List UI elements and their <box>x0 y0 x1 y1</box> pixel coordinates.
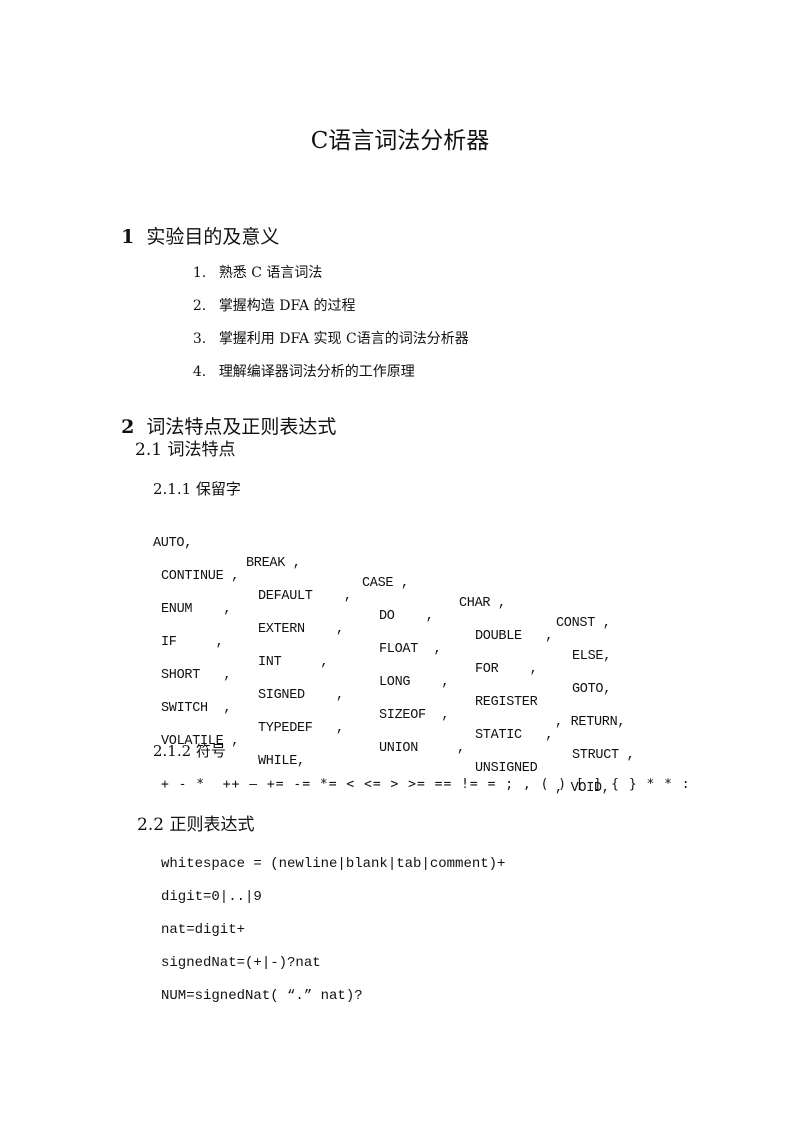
reserved-word: UNSIGNED <box>475 761 538 776</box>
symbols-line: + - * ++ — += -= *= < <= > >= == != = ; … <box>161 777 691 792</box>
objective-index: 4. <box>192 364 207 380</box>
reserved-row: AUTO, BREAK , CASE , CHAR , CONST , <box>0 514 800 631</box>
regex-line: signedNat=(+|-)?nat <box>161 955 321 971</box>
reserved-row: SHORT , SIGNED , SIZEOF , STATIC , STRUC… <box>0 646 800 763</box>
subsubsection-symbols-heading: 2.1.2 符号 <box>153 742 226 760</box>
section-1-number: 1 <box>121 226 135 248</box>
document-title: C语言词法分析器 <box>310 128 490 154</box>
subsubsection-reserved-words-heading: 2.1.1 保留字 <box>153 480 241 498</box>
reserved-row: SWITCH , TYPEDEF , UNION , UNSIGNED , VO… <box>0 679 800 796</box>
subsection-2-2-heading: 2.2 正则表达式 <box>137 815 255 835</box>
section-2-number: 2 <box>121 416 135 438</box>
regex-line: whitespace = (newline|blank|tab|comment)… <box>161 856 506 872</box>
regex-line: NUM=signedNat( “.” nat)? <box>161 988 363 1004</box>
subsection-2-1-heading: 2.1 词法特点 <box>135 440 236 460</box>
objective-text: 理解编译器词法分析的工作原理 <box>218 364 415 380</box>
reserved-word: UNION , <box>379 741 465 756</box>
reserved-row: ENUM , EXTERN , FLOAT , FOR , GOTO, <box>0 580 800 697</box>
regex-line: nat=digit+ <box>161 922 246 938</box>
reserved-row: IF , INT , LONG , REGISTER , RETURN, <box>0 613 800 730</box>
reserved-word: STRUCT , <box>572 748 635 763</box>
regex-line: digit=0|..|9 <box>161 889 262 905</box>
reserved-row: CONTINUE , DEFAULT , DO , DOUBLE , ELSE, <box>0 547 800 664</box>
reserved-row: VOLATILE , WHILE, <box>0 712 800 769</box>
reserved-word: WHILE, <box>258 754 305 769</box>
section-2-title: 词法特点及正则表达式 <box>146 416 337 438</box>
